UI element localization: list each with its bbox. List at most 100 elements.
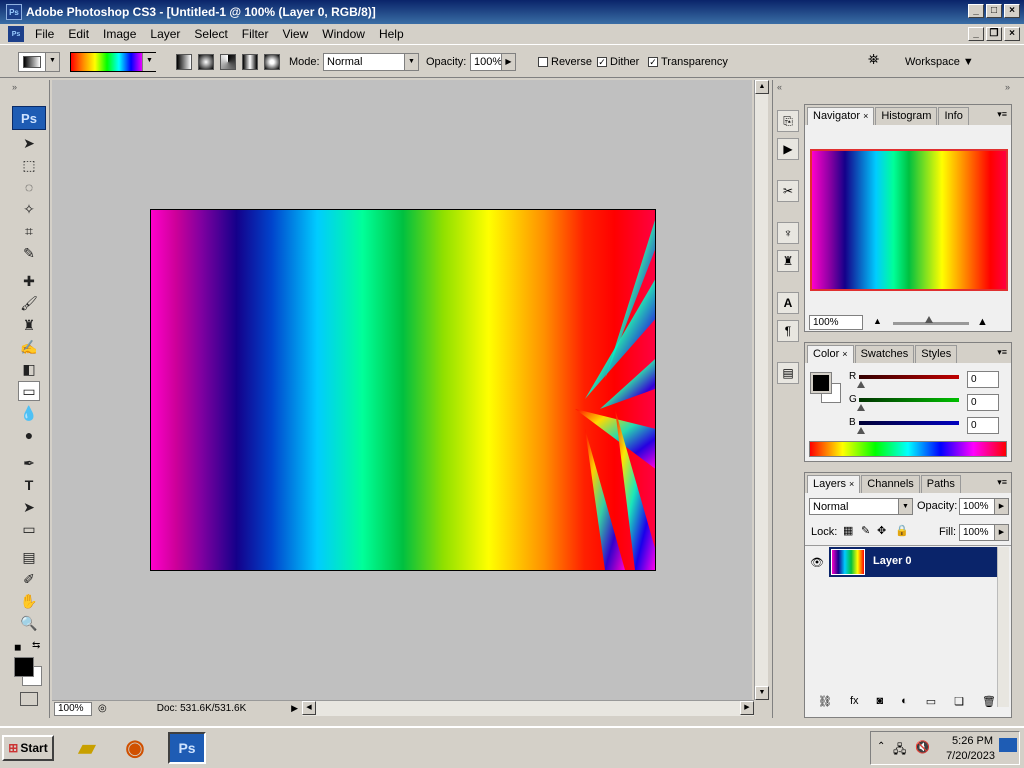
menu-help[interactable]: Help bbox=[372, 27, 411, 41]
volume-muted-icon[interactable]: 🔇 bbox=[915, 740, 930, 754]
dodge-tool-icon[interactable]: ● bbox=[18, 425, 40, 445]
close-icon[interactable]: × bbox=[849, 479, 854, 489]
trash-icon[interactable]: 🗑 bbox=[982, 695, 996, 713]
brushes-panel-icon[interactable]: ♆ bbox=[777, 222, 799, 244]
tool-presets-panel-icon[interactable]: ✂ bbox=[777, 180, 799, 202]
menu-layer[interactable]: Layer bbox=[143, 27, 187, 41]
photoshop-taskbar-button[interactable]: Ps bbox=[168, 732, 206, 764]
minimize-button[interactable]: _ bbox=[968, 4, 984, 18]
foreground-color-swatch[interactable] bbox=[810, 372, 832, 394]
tab-paths[interactable]: Paths bbox=[920, 475, 961, 493]
scroll-right-icon[interactable]: ▶ bbox=[740, 701, 754, 715]
clone-stamp-tool-icon[interactable]: ♜ bbox=[18, 315, 40, 335]
eye-icon[interactable]: 👁 bbox=[807, 547, 827, 577]
brush-tool-icon[interactable]: 🖌 bbox=[18, 293, 40, 313]
layer-opacity-input[interactable]: 100% ▶ bbox=[959, 498, 1009, 515]
angle-gradient-icon[interactable] bbox=[220, 54, 237, 70]
photoshop-logo[interactable]: Ps bbox=[12, 106, 46, 130]
network-icon[interactable]: 🖧 bbox=[893, 740, 906, 761]
status-menu-arrow-icon[interactable]: ▶ bbox=[291, 703, 298, 714]
status-settings-icon[interactable]: ◎ bbox=[98, 703, 107, 714]
layer-comps-panel-icon[interactable]: ▤ bbox=[777, 362, 799, 384]
close-button[interactable]: × bbox=[1004, 4, 1020, 18]
close-icon[interactable]: × bbox=[842, 349, 847, 359]
expand-arrows-icon[interactable]: « bbox=[777, 82, 782, 92]
history-panel-icon[interactable]: ⎘ bbox=[777, 110, 799, 132]
tab-histogram[interactable]: Histogram bbox=[875, 107, 938, 125]
paint-icon[interactable]: ◉ bbox=[116, 732, 154, 764]
default-colors-icon[interactable]: ◼ bbox=[14, 642, 21, 653]
tab-channels[interactable]: Channels bbox=[861, 475, 920, 493]
blend-mode-select[interactable]: Normal ▼ bbox=[809, 498, 913, 515]
green-slider-knob[interactable] bbox=[857, 404, 865, 411]
magic-wand-tool-icon[interactable]: ✧ bbox=[18, 199, 40, 219]
scroll-down-icon[interactable]: ▼ bbox=[755, 686, 769, 700]
panel-collapse-icon[interactable]: » bbox=[1005, 82, 1010, 92]
scroll-up-icon[interactable]: ▲ bbox=[755, 80, 769, 94]
gradient-tool-icon[interactable]: ▭ bbox=[18, 381, 40, 401]
eraser-tool-icon[interactable]: ◧ bbox=[18, 359, 40, 379]
link-layers-icon[interactable]: ⛓ bbox=[818, 695, 832, 713]
clock-date[interactable]: 7/20/2023 bbox=[946, 750, 995, 762]
slider-knob[interactable] bbox=[925, 316, 933, 323]
rectangle-tool-icon[interactable]: ▭ bbox=[18, 519, 40, 539]
tab-swatches[interactable]: Swatches bbox=[854, 345, 915, 363]
history-brush-tool-icon[interactable]: ✍ bbox=[18, 337, 40, 357]
color-spectrum-ramp[interactable] bbox=[809, 441, 1007, 457]
new-group-icon[interactable]: ▭ bbox=[926, 695, 936, 713]
navigator-thumbnail[interactable] bbox=[810, 149, 1008, 291]
move-tool-icon[interactable]: ➤ bbox=[18, 133, 40, 153]
quick-mask-icon[interactable] bbox=[20, 692, 38, 706]
slice-tool-icon[interactable]: ✎ bbox=[18, 243, 40, 263]
adjustment-layer-icon[interactable]: ◐ bbox=[901, 695, 908, 713]
tab-info[interactable]: Info bbox=[938, 107, 969, 125]
panel-menu-icon[interactable]: ▾≡ bbox=[997, 109, 1007, 120]
layer-style-icon[interactable]: fx bbox=[850, 695, 859, 713]
gradient-picker[interactable]: ▼ bbox=[70, 52, 156, 72]
healing-brush-tool-icon[interactable]: ✚ bbox=[18, 271, 40, 291]
crop-tool-icon[interactable]: ⌗ bbox=[18, 221, 40, 241]
red-slider[interactable] bbox=[859, 375, 959, 379]
red-slider-knob[interactable] bbox=[857, 381, 865, 388]
mode-select[interactable]: Normal ▼ bbox=[323, 53, 419, 71]
panel-menu-icon[interactable]: ▾≡ bbox=[997, 347, 1007, 358]
new-layer-icon[interactable]: ❏ bbox=[954, 695, 964, 713]
eyedropper-tool-icon[interactable]: ✐ bbox=[18, 569, 40, 589]
menu-edit[interactable]: Edit bbox=[61, 27, 96, 41]
layer-mask-icon[interactable]: ◙ bbox=[876, 695, 883, 713]
maximize-button[interactable]: □ bbox=[986, 4, 1002, 18]
zoom-tool-icon[interactable]: 🔍 bbox=[18, 613, 40, 633]
document-canvas[interactable] bbox=[150, 209, 656, 571]
layers-scrollbar[interactable] bbox=[997, 547, 1009, 707]
menu-select[interactable]: Select bbox=[187, 27, 234, 41]
vertical-scrollbar[interactable]: ▲ ▼ bbox=[754, 80, 769, 700]
menu-window[interactable]: Window bbox=[315, 27, 372, 41]
start-button[interactable]: ⊞ Start bbox=[2, 735, 54, 761]
radial-gradient-icon[interactable] bbox=[198, 54, 215, 70]
menu-view[interactable]: View bbox=[275, 27, 315, 41]
panel-menu-icon[interactable]: ▾≡ bbox=[997, 477, 1007, 488]
tab-color[interactable]: Color × bbox=[807, 345, 854, 363]
document-icon[interactable]: Ps bbox=[8, 26, 24, 42]
pen-tool-icon[interactable]: ✒ bbox=[18, 453, 40, 473]
navigator-zoom-field[interactable]: 100% bbox=[809, 315, 863, 330]
show-desktop-icon[interactable] bbox=[999, 738, 1017, 752]
zoom-out-icon[interactable]: ▲ bbox=[873, 316, 882, 326]
menu-image[interactable]: Image bbox=[96, 27, 143, 41]
character-panel-icon[interactable]: A bbox=[777, 292, 799, 314]
transparency-checkbox[interactable]: ✓ Transparency bbox=[648, 52, 728, 72]
workspace-menu[interactable]: Workspace ▼ bbox=[905, 52, 974, 72]
blue-slider-knob[interactable] bbox=[857, 427, 865, 434]
tab-layers[interactable]: Layers × bbox=[807, 475, 861, 493]
fill-input[interactable]: 100% ▶ bbox=[959, 524, 1009, 541]
clone-source-panel-icon[interactable]: ♜ bbox=[777, 250, 799, 272]
marquee-tool-icon[interactable]: ⬚ bbox=[18, 155, 40, 175]
bridge-icon[interactable]: ⛯ bbox=[868, 51, 892, 71]
lock-position-icon[interactable]: ✥ bbox=[877, 524, 886, 537]
tray-expand-icon[interactable]: ⌃ bbox=[877, 741, 885, 752]
reflected-gradient-icon[interactable] bbox=[242, 54, 259, 70]
type-tool-icon[interactable]: T bbox=[18, 475, 40, 495]
doc-close-button[interactable]: × bbox=[1004, 27, 1020, 41]
menu-file[interactable]: File bbox=[28, 27, 61, 41]
paragraph-panel-icon[interactable]: ¶ bbox=[777, 320, 799, 342]
